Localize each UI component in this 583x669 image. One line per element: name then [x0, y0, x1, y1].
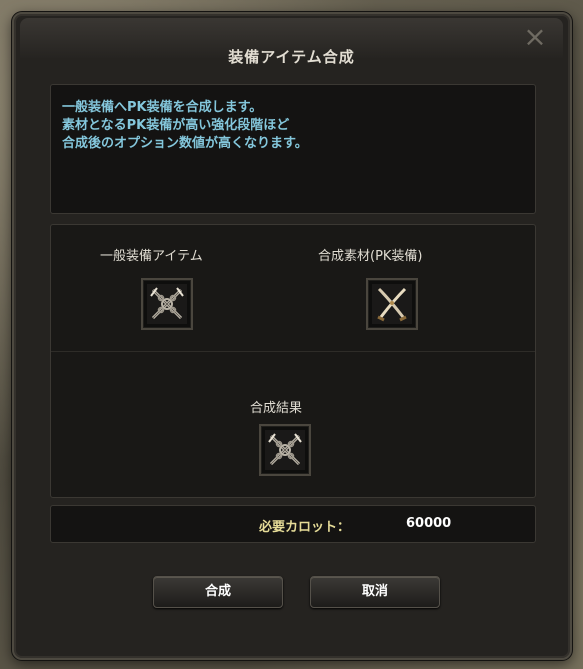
info-line-1: 一般装備へPK装備を合成します。: [62, 100, 263, 115]
info-line-2: 素材となるPK装備が高い強化段階ほど: [62, 118, 290, 133]
cancel-button[interactable]: 取消: [310, 576, 440, 608]
crossed-blades-icon: [372, 284, 412, 324]
material-item-slot[interactable]: [366, 278, 418, 330]
crossed-swords-chained-icon: [265, 430, 305, 470]
crossed-swords-chained-icon: [147, 284, 187, 324]
slot-divider: [51, 351, 535, 352]
result-item-label: 合成結果: [250, 401, 303, 416]
base-item-label: 一般装備アイテム: [100, 249, 203, 264]
result-item-slot[interactable]: [259, 424, 311, 476]
base-item-slot[interactable]: [141, 278, 193, 330]
synthesize-button[interactable]: 合成: [153, 576, 283, 608]
cost-value: 60000: [406, 516, 452, 531]
cost-label: 必要カロット：: [259, 520, 351, 535]
material-item-label: 合成素材(PK装備): [318, 249, 423, 264]
close-icon[interactable]: ×: [522, 23, 548, 51]
dialog-title: 装備アイテム合成: [228, 48, 355, 66]
info-line-3: 合成後のオプション数値が高くなります。: [62, 136, 308, 151]
